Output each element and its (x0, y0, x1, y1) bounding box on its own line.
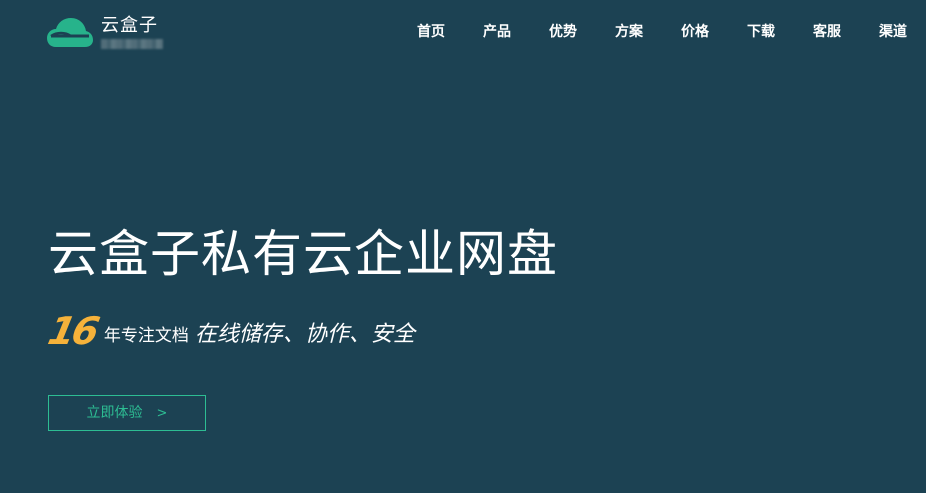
brand-name: 云盒子 (101, 15, 158, 36)
nav-item-channel[interactable]: 渠道 (860, 22, 926, 42)
brand-logo[interactable]: 云盒子 (47, 15, 163, 51)
main-nav: 首页 产品 优势 方案 价格 下载 客服 渠道 (398, 22, 926, 42)
cloud-icon (47, 18, 93, 47)
try-now-button[interactable]: 立即体验 > (48, 395, 206, 431)
nav-item-pricing[interactable]: 价格 (662, 22, 728, 42)
nav-item-solutions[interactable]: 方案 (596, 22, 662, 42)
try-now-label: 立即体验 (86, 405, 143, 421)
tagline-middle: 年专注文档 (103, 326, 189, 346)
nav-item-products[interactable]: 产品 (464, 22, 530, 42)
brand-text: 云盒子 (101, 15, 163, 49)
chevron-right-icon: > (156, 406, 168, 421)
brand-subtitle-blurred (101, 39, 163, 49)
hero-tagline: 16 年专注文档 在线储存、协作、安全 (44, 309, 415, 353)
nav-item-download[interactable]: 下载 (728, 22, 794, 42)
nav-item-home[interactable]: 首页 (398, 22, 464, 42)
site-header: 云盒子 首页 产品 优势 方案 价格 下载 客服 渠道 (0, 0, 926, 64)
nav-item-support[interactable]: 客服 (794, 22, 860, 42)
years-number: 16 (44, 309, 101, 353)
hero-title: 云盒子私有云企业网盘 (48, 225, 558, 283)
nav-item-advantages[interactable]: 优势 (530, 22, 596, 42)
tagline-end: 在线储存、协作、安全 (194, 322, 415, 347)
